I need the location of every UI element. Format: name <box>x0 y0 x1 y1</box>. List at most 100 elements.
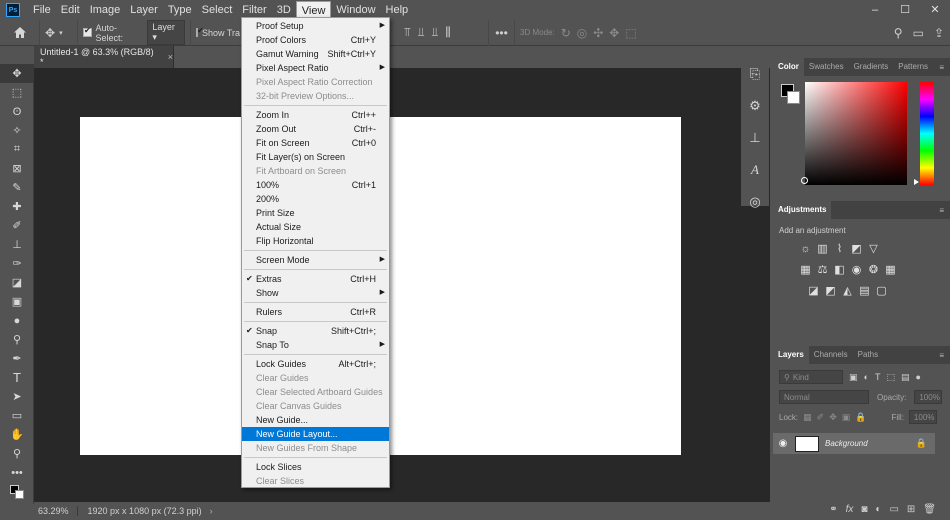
move-tool[interactable]: ✥ <box>0 64 34 83</box>
chevron-right-icon[interactable]: › <box>210 506 213 516</box>
menu-item-zoom-out[interactable]: Zoom Out Ctrl+- <box>242 122 389 136</box>
lasso-tool[interactable]: ʘ <box>0 102 34 121</box>
menu-item-200-percent[interactable]: 200% <box>242 192 389 206</box>
menu-item-show[interactable]: Show ▶ <box>242 286 389 300</box>
menu-type[interactable]: Type <box>163 1 197 19</box>
layer-style-icon[interactable]: fx <box>846 504 854 515</box>
fill-input[interactable]: 100% <box>908 410 937 424</box>
invert-icon[interactable]: ◪ <box>805 283 822 298</box>
hue-slider-handle[interactable] <box>914 179 919 185</box>
menu-item-new-guide-layout[interactable]: New Guide Layout... <box>242 427 389 441</box>
menu-item-lock-guides[interactable]: Lock Guides Alt+Ctrl+; <box>242 357 389 371</box>
tab-paths[interactable]: Paths <box>853 346 883 364</box>
tab-gradients[interactable]: Gradients <box>849 58 894 76</box>
magic-wand-tool[interactable]: ✧ <box>0 121 34 140</box>
lock-transparent-icon[interactable]: ▦ <box>803 412 812 423</box>
eyedropper-tool[interactable]: ✎ <box>0 178 34 197</box>
3d-slide-icon[interactable]: ✥ <box>609 26 619 40</box>
color-swatches-tool[interactable] <box>0 482 34 501</box>
menu-item-actual-size[interactable]: Actual Size <box>242 220 389 234</box>
opacity-input[interactable]: 100% <box>914 390 943 404</box>
menu-item-pixel-aspect-ratio[interactable]: Pixel Aspect Ratio ▶ <box>242 61 389 75</box>
edit-toolbar-button[interactable]: ••• <box>0 463 34 482</box>
menu-item-proof-setup[interactable]: Proof Setup ▶ <box>242 19 389 33</box>
menu-item-fit-on-screen[interactable]: Fit on Screen Ctrl+0 <box>242 136 389 150</box>
pen-tool[interactable]: ✒ <box>0 349 34 368</box>
align-top-icon[interactable]: ⫪ <box>404 25 411 40</box>
photo-filter-icon[interactable]: ◉ <box>848 262 865 277</box>
home-button[interactable] <box>0 19 40 46</box>
character-panel-button[interactable]: A <box>741 154 769 186</box>
auto-select-checkbox[interactable] <box>83 26 92 37</box>
delete-layer-icon[interactable]: 🗑 <box>923 504 936 515</box>
tab-layers[interactable]: Layers <box>773 346 809 364</box>
color-field[interactable] <box>805 82 907 185</box>
menu-item-zoom-in[interactable]: Zoom In Ctrl++ <box>242 108 389 122</box>
add-mask-icon[interactable]: ◙ <box>861 504 867 515</box>
canvas-area[interactable] <box>34 68 770 502</box>
tab-color[interactable]: Color <box>773 58 804 76</box>
selective-color-icon[interactable]: ▢ <box>873 283 890 298</box>
lock-all-icon[interactable]: 🔒 <box>855 412 866 423</box>
zoom-level[interactable]: 63.29% <box>34 506 78 516</box>
rectangle-tool[interactable]: ▭ <box>0 406 34 425</box>
levels-icon[interactable]: ▥ <box>814 241 831 256</box>
menu-item-gamut-warning[interactable]: Gamut Warning Shift+Ctrl+Y <box>242 47 389 61</box>
lock-image-icon[interactable]: ✐ <box>817 412 825 423</box>
hue-saturation-icon[interactable]: ▦ <box>797 262 814 277</box>
minimize-button[interactable]: – <box>860 0 890 20</box>
frame-tool[interactable]: ⊠ <box>0 159 34 178</box>
properties-panel-button[interactable]: ⚙ <box>741 90 769 122</box>
close-tab-icon[interactable]: × <box>168 52 173 62</box>
menu-layer[interactable]: Layer <box>125 1 163 19</box>
type-tool[interactable]: T <box>0 368 34 387</box>
filter-smart-object-icon[interactable]: ▤ <box>901 372 910 383</box>
healing-brush-tool[interactable]: ✚ <box>0 197 34 216</box>
history-panel-button[interactable]: ⎘ <box>741 58 769 90</box>
show-transform-checkbox[interactable] <box>196 26 204 37</box>
brush-settings-panel-button[interactable]: ◎ <box>741 186 769 218</box>
lock-artboard-icon[interactable]: ▣ <box>842 412 851 423</box>
filter-shape-icon[interactable]: ⬚ <box>886 372 895 383</box>
filter-toggle-icon[interactable]: ● <box>915 372 920 382</box>
menu-item-print-size[interactable]: Print Size <box>242 206 389 220</box>
color-lookup-icon[interactable]: ▦ <box>882 262 899 277</box>
3d-orbit-icon[interactable]: ↻ <box>561 26 571 40</box>
menu-item-rulers[interactable]: Rulers Ctrl+R <box>242 305 389 319</box>
more-options-button[interactable]: ••• <box>489 19 515 46</box>
search-icon[interactable]: ⚲ <box>894 26 903 40</box>
menu-item-snap[interactable]: ✔ Snap Shift+Ctrl+; <box>242 324 389 338</box>
panel-menu-icon[interactable]: ≡ <box>939 206 950 215</box>
menu-item-lock-slices[interactable]: Lock Slices <box>242 460 389 474</box>
background-color-swatch[interactable] <box>787 91 800 104</box>
brush-tool[interactable]: ✐ <box>0 216 34 235</box>
menu-item-flip-horizontal[interactable]: Flip Horizontal <box>242 234 389 248</box>
3d-roll-icon[interactable]: ◎ <box>577 26 587 40</box>
menu-item-fit-layers-on-screen[interactable]: Fit Layer(s) on Screen <box>242 150 389 164</box>
link-layers-icon[interactable]: ⚭ <box>829 504 837 515</box>
tab-channels[interactable]: Channels <box>809 346 853 364</box>
eraser-tool[interactable]: ◪ <box>0 273 34 292</box>
filter-pixel-icon[interactable]: ▣ <box>849 372 858 383</box>
crop-tool[interactable]: ⌗ <box>0 140 34 159</box>
tab-adjustments[interactable]: Adjustments <box>773 201 832 219</box>
menu-item-new-guide[interactable]: New Guide... <box>242 413 389 427</box>
posterize-icon[interactable]: ◩ <box>822 283 839 298</box>
new-layer-icon[interactable]: ⊞ <box>907 504 915 515</box>
layer-lock-icon[interactable]: 🔒 <box>916 438 935 449</box>
hue-slider[interactable] <box>920 82 934 185</box>
marquee-tool[interactable]: ⬚ <box>0 83 34 102</box>
filter-type-icon[interactable]: T <box>875 372 881 382</box>
menu-item-proof-colors[interactable]: Proof Colors Ctrl+Y <box>242 33 389 47</box>
distribute-icon[interactable]: ⫼ <box>445 25 451 40</box>
vibrance-icon[interactable]: ▽ <box>865 241 882 256</box>
layer-filter-dropdown[interactable]: ⚲ Kind <box>779 370 843 384</box>
visibility-eye-icon[interactable]: ◉ <box>773 438 793 449</box>
menu-item-screen-mode[interactable]: Screen Mode ▶ <box>242 253 389 267</box>
menu-item-snap-to[interactable]: Snap To ▶ <box>242 338 389 352</box>
black-white-icon[interactable]: ◧ <box>831 262 848 277</box>
gradient-map-icon[interactable]: ▤ <box>856 283 873 298</box>
new-group-icon[interactable]: ▭ <box>889 504 898 515</box>
menu-image[interactable]: Image <box>85 1 126 19</box>
history-brush-tool[interactable]: ✑ <box>0 254 34 273</box>
